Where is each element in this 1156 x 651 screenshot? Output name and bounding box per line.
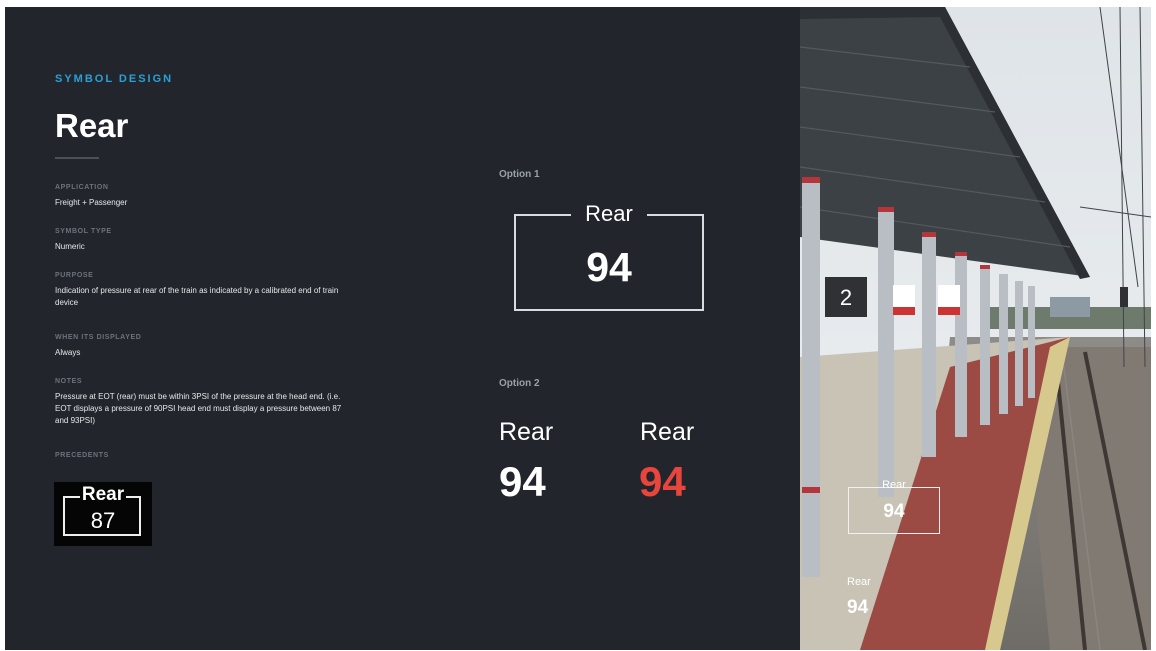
symbol-type-value: Numeric xyxy=(55,242,85,251)
precedent-value: 87 xyxy=(90,508,116,533)
precedent-label: Rear xyxy=(79,484,127,505)
option2-label-alert: Rear xyxy=(640,418,695,446)
option1-value: 94 xyxy=(586,244,632,290)
when-displayed-value: Always xyxy=(55,348,81,357)
option2-value-alert: 94 xyxy=(639,458,686,505)
precedents-label: PRECEDENTS xyxy=(55,452,109,459)
slide: SYMBOL DESIGN Rear APPLICATION Freight +… xyxy=(5,7,1151,650)
overlay-plain-label: Rear xyxy=(847,576,871,588)
overlay-plain-value: 94 xyxy=(847,597,869,618)
option2-value-normal: 94 xyxy=(499,458,546,505)
option1-heading: Option 1 xyxy=(499,169,540,180)
purpose-value: Indication of pressure at rear of the tr… xyxy=(55,286,339,307)
notes-label: NOTES xyxy=(55,378,83,385)
symbol-type-label: SYMBOL TYPE xyxy=(55,228,112,235)
option2-label-normal: Rear xyxy=(499,418,554,446)
application-label: APPLICATION xyxy=(55,184,109,191)
option1-label: Rear xyxy=(571,201,647,226)
page-title: Rear xyxy=(55,107,129,144)
option2-heading: Option 2 xyxy=(499,378,540,389)
precedent-symbol: Rear 87 xyxy=(54,482,152,546)
platform-number: 2 xyxy=(840,285,852,310)
application-value: Freight + Passenger xyxy=(55,198,128,207)
eyebrow-heading: SYMBOL DESIGN xyxy=(55,73,174,85)
title-divider xyxy=(55,157,99,159)
train-platform-photo: 2 xyxy=(800,7,1151,650)
when-displayed-label: WHEN ITS DISPLAYED xyxy=(55,334,142,341)
overlay-boxed-value: 94 xyxy=(883,501,905,522)
notes-value: Pressure at EOT (rear) must be within 3P… xyxy=(55,392,342,425)
purpose-label: PURPOSE xyxy=(55,272,94,279)
overlay-boxed-label: Rear xyxy=(882,479,906,491)
